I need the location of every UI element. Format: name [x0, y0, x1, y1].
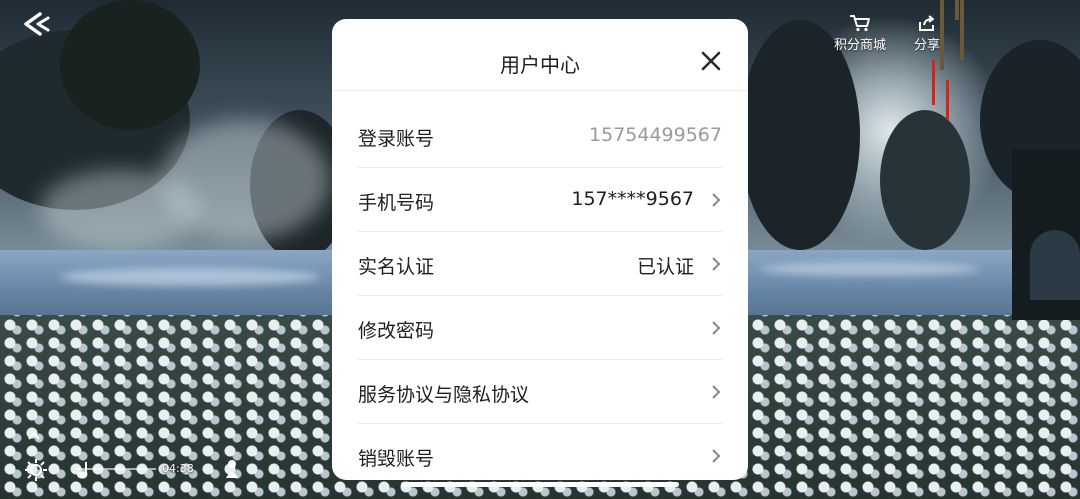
dialog-title: 用户中心	[500, 53, 580, 77]
home-indicator[interactable]	[401, 482, 679, 487]
back-button[interactable]	[20, 10, 54, 38]
chevron-right-icon	[712, 257, 721, 271]
row-label: 实名认证	[358, 256, 435, 278]
tree	[880, 110, 970, 250]
row-delete-account[interactable]: 销毁账号	[358, 424, 722, 480]
verification-status: 已认证	[636, 256, 694, 278]
wind-chime	[960, 0, 964, 60]
divider	[332, 90, 748, 91]
chevron-right-icon	[712, 385, 721, 399]
weather-icon[interactable]	[24, 458, 48, 482]
wind-chime	[955, 0, 959, 20]
row-label: 销毁账号	[358, 448, 435, 470]
pavilion-arch	[1030, 230, 1080, 300]
lake-reflection	[60, 268, 320, 286]
row-label: 服务协议与隐私协议	[358, 384, 530, 406]
play-time: 04:38	[162, 462, 194, 475]
lake-reflection	[760, 262, 980, 276]
row-login-account[interactable]: 登录账号 15754499567	[358, 104, 722, 168]
fog	[40, 170, 200, 250]
chevron-right-icon	[712, 449, 721, 463]
music-note-icon[interactable]	[72, 460, 96, 480]
points-mall-button[interactable]: 积分商城	[828, 14, 892, 53]
red-tassel	[946, 80, 949, 120]
settings-list: 登录账号 15754499567 手机号码 157****9567 实名认证 已…	[358, 104, 722, 480]
row-real-name-verification[interactable]: 实名认证 已认证	[358, 232, 722, 296]
login-account-value: 15754499567	[589, 124, 722, 146]
chevron-right-icon	[712, 321, 721, 335]
character-icon[interactable]	[222, 458, 242, 482]
chevron-right-icon	[712, 193, 721, 207]
shopping-cart-icon	[850, 15, 870, 32]
user-center-dialog: 用户中心 登录账号 15754499567 手机号码 157****9567 实…	[332, 19, 748, 480]
row-label: 登录账号	[358, 128, 435, 150]
row-label: 手机号码	[358, 192, 435, 214]
row-service-privacy-agreement[interactable]: 服务协议与隐私协议	[358, 360, 722, 424]
row-change-password[interactable]: 修改密码	[358, 296, 722, 360]
tree	[60, 0, 200, 130]
share-icon	[919, 15, 934, 31]
close-icon[interactable]	[700, 50, 722, 72]
red-tassel	[932, 60, 935, 105]
points-mall-label: 积分商城	[833, 38, 886, 53]
share-button[interactable]: 分享	[908, 14, 946, 53]
row-label: 修改密码	[358, 320, 435, 342]
phone-number-value: 157****9567	[571, 188, 694, 210]
back-arrow-icon	[24, 12, 50, 36]
chevron-up-icon[interactable]	[28, 430, 40, 442]
share-label: 分享	[913, 38, 940, 53]
audio-progress-bar[interactable]	[76, 468, 156, 470]
tree	[740, 20, 860, 250]
dialog-header: 用户中心	[332, 19, 748, 103]
row-phone-number[interactable]: 手机号码 157****9567	[358, 168, 722, 232]
